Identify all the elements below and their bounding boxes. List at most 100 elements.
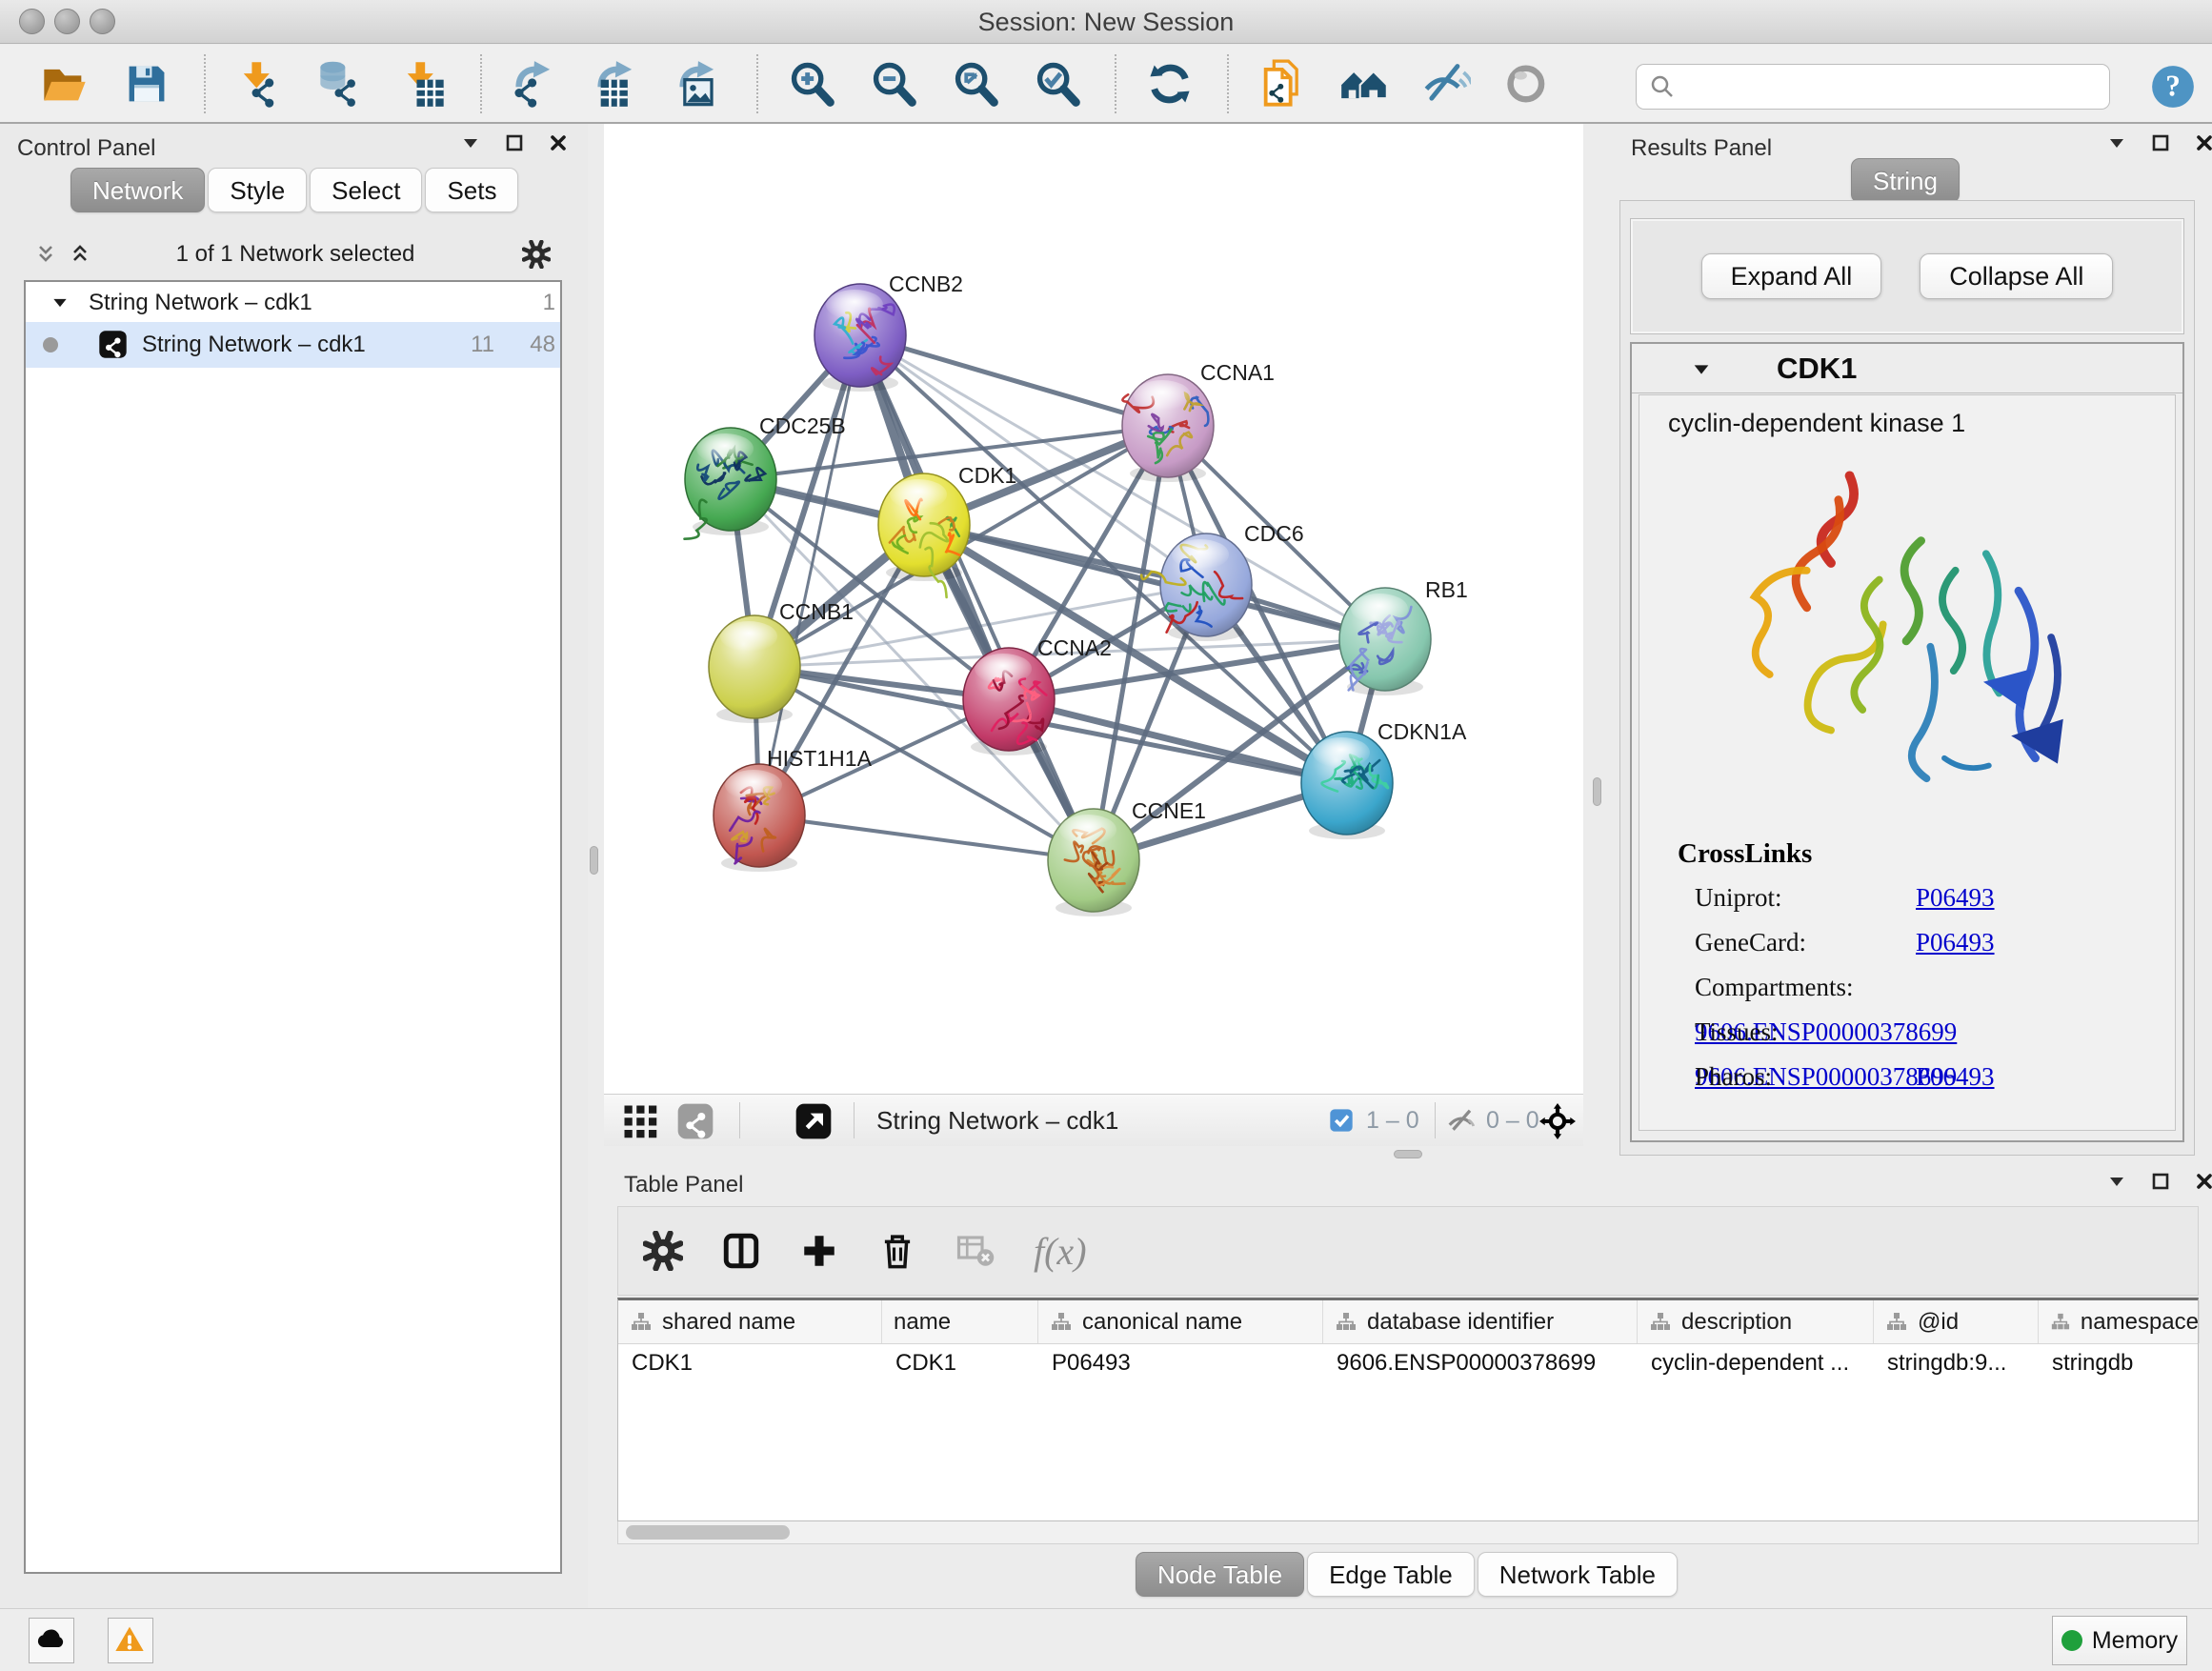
tab-string[interactable]: String xyxy=(1851,158,1960,203)
import-network-from-file-button[interactable] xyxy=(234,59,284,109)
float-panel-icon[interactable] xyxy=(2105,131,2128,154)
share-network-document-button[interactable] xyxy=(1257,59,1307,109)
apply-layout-button[interactable] xyxy=(1145,59,1195,109)
cloud-status-button[interactable] xyxy=(29,1618,74,1663)
network-node-HIST1H1A[interactable]: HIST1H1A xyxy=(714,746,873,872)
tab-network-table[interactable]: Network Table xyxy=(1478,1552,1678,1597)
zoom-selected-button[interactable] xyxy=(1033,59,1082,109)
network-node-RB1[interactable]: RB1 xyxy=(1339,577,1468,695)
network-node-CCNE1[interactable]: CCNE1 xyxy=(1048,798,1206,916)
tab-sets[interactable]: Sets xyxy=(425,168,518,212)
column-header-database-identifier[interactable]: database identifier xyxy=(1323,1300,1638,1343)
string-badge-icon[interactable] xyxy=(676,1102,714,1140)
open-in-new-window-icon[interactable] xyxy=(794,1102,833,1140)
table-horizontal-scrollbar[interactable] xyxy=(617,1521,2199,1544)
delete-column-icon[interactable] xyxy=(877,1231,917,1271)
right-splitter-handle[interactable] xyxy=(1593,777,1601,806)
tab-edge-table[interactable]: Edge Table xyxy=(1307,1552,1475,1597)
tab-style[interactable]: Style xyxy=(208,168,307,212)
network-node-CDK1[interactable]: CDK1 xyxy=(878,463,1016,597)
column-header-shared-name[interactable]: shared name xyxy=(618,1300,882,1343)
help-button[interactable]: ? xyxy=(2149,63,2197,111)
network-node-CCNA1[interactable]: CCNA1 xyxy=(1122,360,1275,482)
table-cell[interactable]: stringdb xyxy=(2039,1344,2200,1384)
crosslink-value-link[interactable]: P06493 xyxy=(1916,928,1995,956)
crosshair-navigate-icon[interactable] xyxy=(1539,1103,1576,1139)
column-type-icon xyxy=(1050,1311,1073,1334)
close-panel-icon[interactable] xyxy=(2193,1170,2212,1193)
table-cell[interactable]: CDK1 xyxy=(882,1344,1038,1384)
maximize-panel-icon[interactable] xyxy=(503,131,526,154)
window-titlebar: Session: New Session xyxy=(0,0,2212,44)
table-cell[interactable]: P06493 xyxy=(1038,1344,1323,1384)
show-columns-icon[interactable] xyxy=(721,1231,761,1271)
import-table-from-file-button[interactable] xyxy=(398,59,448,109)
column-header-canonical-name[interactable]: canonical name xyxy=(1038,1300,1323,1343)
memory-button[interactable]: Memory xyxy=(2052,1616,2187,1665)
table-cell[interactable]: cyclin-dependent ... xyxy=(1638,1344,1874,1384)
show-hidden-button[interactable] xyxy=(1503,59,1553,109)
toolbar-separator xyxy=(480,54,482,113)
network-node-CDC6[interactable]: CDC6 xyxy=(1141,521,1303,641)
close-panel-icon[interactable] xyxy=(2193,131,2212,154)
view-grid-icon[interactable] xyxy=(623,1104,657,1138)
tree-expander-icon[interactable] xyxy=(50,293,70,312)
hide-selected-button[interactable] xyxy=(1421,59,1471,109)
float-panel-icon[interactable] xyxy=(459,131,482,154)
network-options-gear-icon[interactable] xyxy=(522,240,551,269)
open-session-button[interactable] xyxy=(40,59,90,109)
table-row[interactable]: CDK1CDK1P064939606.ENSP00000378699cyclin… xyxy=(618,1344,2198,1384)
zoom-out-button[interactable] xyxy=(869,59,918,109)
table-options-gear-icon[interactable] xyxy=(643,1231,683,1271)
export-image-button[interactable] xyxy=(674,59,724,109)
add-column-icon[interactable] xyxy=(799,1231,839,1271)
tab-select[interactable]: Select xyxy=(310,168,422,212)
export-network-button[interactable] xyxy=(511,59,560,109)
close-panel-icon[interactable] xyxy=(547,131,570,154)
network-node-CCNB2[interactable]: CCNB2 xyxy=(814,272,963,392)
network-row-selected[interactable]: String Network – cdk1 11 48 xyxy=(26,322,560,368)
hidden-eye-icon[interactable] xyxy=(1446,1107,1475,1136)
network-collection-row[interactable]: String Network – cdk1 1 xyxy=(26,282,560,322)
column-type-icon xyxy=(1335,1311,1357,1334)
crosslink-value-link[interactable]: P06493 xyxy=(1916,1062,1995,1091)
search-input[interactable] xyxy=(1677,68,2098,106)
table-cell[interactable]: stringdb:9... xyxy=(1874,1344,2039,1384)
gene-section-header[interactable]: CDK1 xyxy=(1632,344,2182,393)
column-header-description[interactable]: description xyxy=(1638,1300,1874,1343)
zoom-in-button[interactable] xyxy=(787,59,836,109)
float-panel-icon[interactable] xyxy=(2105,1170,2128,1193)
scrollbar-thumb[interactable] xyxy=(626,1525,790,1540)
expand-all-button[interactable]: Expand All xyxy=(1701,253,1882,299)
section-expander-icon[interactable] xyxy=(1691,359,1712,380)
export-table-button[interactable] xyxy=(593,59,642,109)
collapse-all-button[interactable]: Collapse All xyxy=(1920,253,2113,299)
bottom-splitter-handle[interactable] xyxy=(1394,1150,1422,1158)
gene-section: CDK1 cyclin-dependent kinase 1 CrossLink… xyxy=(1630,342,2184,1142)
column-header-namespace[interactable]: namespace xyxy=(2039,1300,2200,1343)
warnings-button[interactable] xyxy=(108,1618,153,1663)
table-cell[interactable]: 9606.ENSP00000378699 xyxy=(1323,1344,1638,1384)
network-node-CCNB1[interactable]: CCNB1 xyxy=(709,599,854,723)
table-cell[interactable]: CDK1 xyxy=(618,1344,882,1384)
maximize-panel-icon[interactable] xyxy=(2149,131,2172,154)
first-neighbors-button[interactable] xyxy=(1339,59,1389,109)
save-session-button[interactable] xyxy=(122,59,171,109)
tab-node-table[interactable]: Node Table xyxy=(1136,1552,1304,1597)
crosslink-value-link[interactable]: P06493 xyxy=(1916,883,1995,912)
search-field[interactable] xyxy=(1636,64,2110,110)
network-node-CDKN1A[interactable]: CDKN1A xyxy=(1301,719,1467,839)
node-table[interactable]: shared namenamecanonical namedatabase id… xyxy=(617,1298,2199,1521)
left-splitter-handle[interactable] xyxy=(590,846,598,875)
search-icon xyxy=(1648,72,1677,101)
maximize-panel-icon[interactable] xyxy=(2149,1170,2172,1193)
column-header--id[interactable]: @id xyxy=(1874,1300,2039,1343)
expand-all-networks-icon[interactable] xyxy=(69,243,91,266)
import-network-from-database-button[interactable] xyxy=(316,59,366,109)
network-view-canvas[interactable]: CCNB2CCNA1CDC25BCDK1CDC6RB1CCNB1CCNA2CDK… xyxy=(604,124,1583,1094)
selected-checkbox-icon[interactable] xyxy=(1328,1107,1355,1134)
zoom-fit-content-button[interactable] xyxy=(951,59,1000,109)
collapse-all-networks-icon[interactable] xyxy=(34,243,57,266)
tab-network[interactable]: Network xyxy=(70,168,205,212)
column-header-name[interactable]: name xyxy=(882,1300,1038,1343)
